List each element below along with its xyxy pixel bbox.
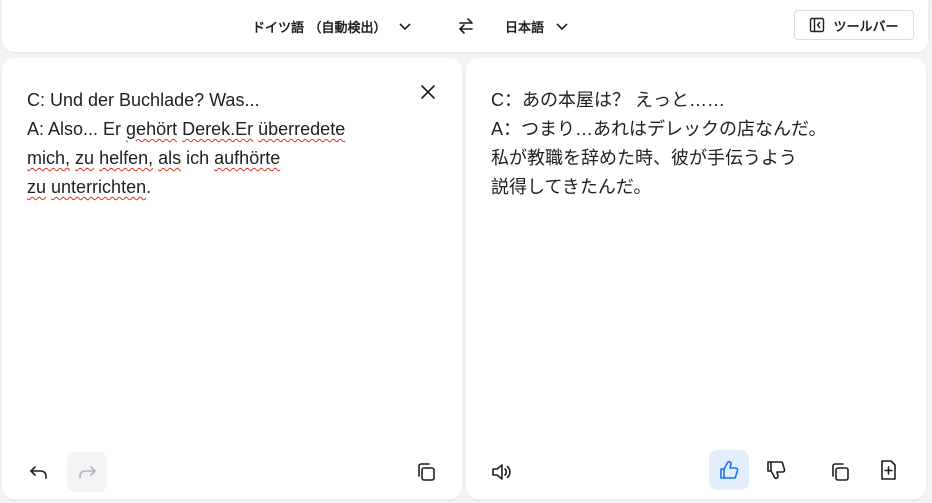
clear-text-button[interactable] <box>418 82 438 102</box>
source-line: C: Und der Buchlade? Was... <box>27 90 260 110</box>
source-text-input[interactable]: C: Und der Buchlade? Was... A: Also... Er… <box>27 86 397 202</box>
add-note-icon <box>881 460 896 480</box>
translation-line: 私が教職を辞めた時、彼が手伝うよう <box>491 148 797 168</box>
translation-line: A：つまり…あれはデレックの店なんだ。 <box>491 119 827 139</box>
swap-languages-button[interactable] <box>454 14 478 38</box>
copy-translation-button[interactable] <box>820 452 860 492</box>
misspelled-word[interactable]: Derek.Er <box>182 119 253 139</box>
copy-icon <box>418 463 435 481</box>
chevron-down-icon <box>556 23 568 31</box>
redo-icon <box>79 466 96 479</box>
target-language-label: 日本語 <box>505 20 545 36</box>
thumbs-down-icon <box>767 461 786 480</box>
source-line: zu unterrichten. <box>27 177 152 197</box>
sidebar-collapse-icon <box>810 17 825 33</box>
misspelled-word[interactable]: zu <box>75 148 94 168</box>
source-line: mich, zu helfen, als ich aufhörte <box>27 148 281 168</box>
target-language-select[interactable]: 日本語 <box>505 14 570 38</box>
misspelled-word[interactable]: unterrichten <box>51 177 146 197</box>
swap-icon <box>459 18 473 34</box>
add-note-button[interactable] <box>868 450 908 490</box>
source-language-select[interactable]: ドイツ語 （自動検出） <box>252 14 413 38</box>
copy-icon <box>832 463 849 481</box>
copy-source-button[interactable] <box>406 452 446 492</box>
chevron-down-icon <box>398 23 411 31</box>
source-line: A: Also... Er gehört Derek.Er überredete <box>27 119 346 139</box>
language-bar: ドイツ語 （自動検出） 日本語 ツールバー <box>2 0 928 52</box>
translation-text: C：あの本屋は？ えっと…… A：つまり…あれはデレックの店なんだ。 私が教職を… <box>491 86 861 202</box>
misspelled-word[interactable]: gehört <box>126 119 177 139</box>
source-panel: C: Und der Buchlade? Was... A: Also... Er… <box>2 58 462 499</box>
translation-line: 説得してきたんだ。 <box>491 177 652 197</box>
misspelled-word[interactable]: als <box>158 148 181 168</box>
thumbs-up-icon <box>720 460 739 479</box>
translation-panel: C：あの本屋は？ えっと…… A：つまり…あれはデレックの店なんだ。 私が教職を… <box>466 58 926 499</box>
undo-icon <box>30 466 47 479</box>
source-language-label: ドイツ語 （自動検出） <box>252 20 387 36</box>
undo-button[interactable] <box>19 452 59 492</box>
misspelled-word[interactable]: mich, <box>27 148 70 168</box>
misspelled-word[interactable]: aufhörte <box>214 148 280 168</box>
translation-line: C：あの本屋は？ えっと…… <box>491 90 725 110</box>
misspelled-word[interactable]: helfen, <box>99 148 153 168</box>
speaker-icon <box>492 464 511 480</box>
misspelled-word[interactable]: zu <box>27 177 46 197</box>
toolbar-label: ツールバー <box>833 19 899 35</box>
redo-button[interactable] <box>67 452 107 492</box>
bad-translation-button[interactable] <box>756 450 796 490</box>
listen-button[interactable] <box>481 452 521 492</box>
misspelled-word[interactable]: überredete <box>258 119 345 139</box>
good-translation-button[interactable] <box>709 450 749 490</box>
toolbar-toggle-button[interactable]: ツールバー <box>794 10 914 40</box>
close-icon <box>421 85 435 99</box>
